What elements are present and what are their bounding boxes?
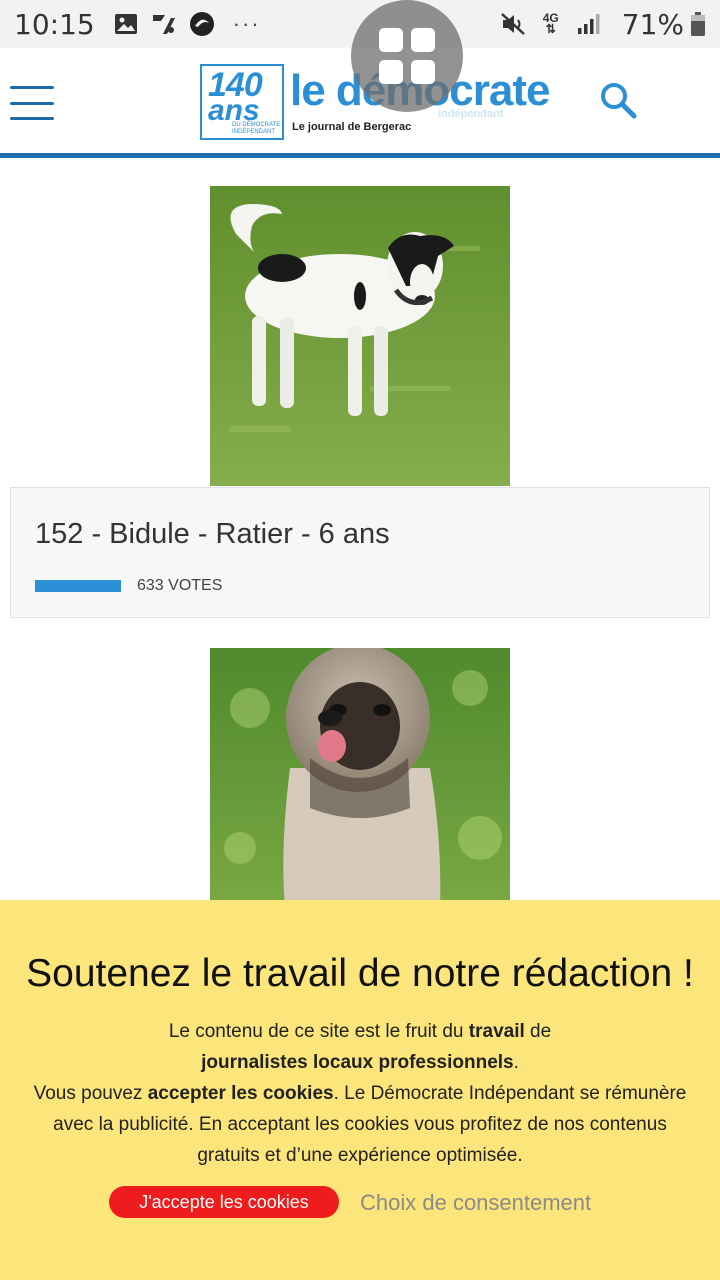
menu-line [10,101,54,105]
accept-cookies-button[interactable]: J'accepte les cookies [109,1186,339,1218]
battery-icon [690,11,706,37]
app2-icon [189,11,215,37]
consent-line1-bold: travail [468,1021,525,1042]
status-time: 10:15 [14,7,95,41]
votes-count: 633 VOTES [137,577,223,594]
menu-line [10,117,54,120]
consent-choice-link[interactable]: Choix de consentement [360,1190,591,1216]
network-arrows-icon: ⇅ [545,22,556,36]
consent-line3-prefix: Vous pouvez [33,1083,148,1104]
consent-line2-bold: journalistes locaux professionnels [201,1052,514,1073]
bubble-square-icon [379,60,403,84]
entry-label[interactable]: 152 - Bidule - Ratier - 6 ans [35,518,390,551]
consent-title: Soutenez le travail de notre rédaction ! [26,952,694,995]
bubble-square-icon [379,28,403,52]
hamburger-icon[interactable] [10,86,54,120]
dog-photo-bidule[interactable] [210,186,510,486]
consent-line1-prefix: Le contenu de ce site est le fruit du [168,1021,469,1042]
dog-photo-second[interactable] [210,648,510,908]
more-notifications: ··· [232,11,261,36]
votes-bar [35,580,121,592]
search-icon[interactable] [598,80,638,120]
bubble-square-icon [411,28,435,52]
entry-card[interactable]: 152 - Bidule - Ratier - 6 ans 633 VOTES [10,487,710,618]
badge-small-text: DU DÉMOCRATE INDÉPENDANT [232,122,281,135]
logo-tagline: Le journal de Bergerac [292,121,412,133]
app-icon [151,11,177,37]
consent-line1-suffix: de [524,1021,552,1042]
header-divider [0,153,720,158]
consent-text: Le contenu de ce site est le fruit du tr… [20,1016,700,1171]
image-icon [113,11,139,37]
anniversary-badge: 140 ans DU DÉMOCRATE INDÉPENDANT [200,64,284,140]
signal-icon [576,11,602,37]
mute-icon [500,11,526,37]
network-icon: 4G ⇅ [538,11,564,37]
floating-apps-bubble[interactable] [351,0,463,112]
consent-line2-suffix: . [513,1052,519,1073]
votes-bar-fill [35,580,121,592]
consent-banner: Soutenez le travail de notre rédaction !… [0,900,720,1280]
consent-line3-bold: accepter les cookies [147,1083,334,1104]
menu-line [10,86,54,89]
bubble-square-icon [411,60,435,84]
logo-subtitle: indépendant [438,108,504,120]
battery-percent: 71% [621,7,684,41]
